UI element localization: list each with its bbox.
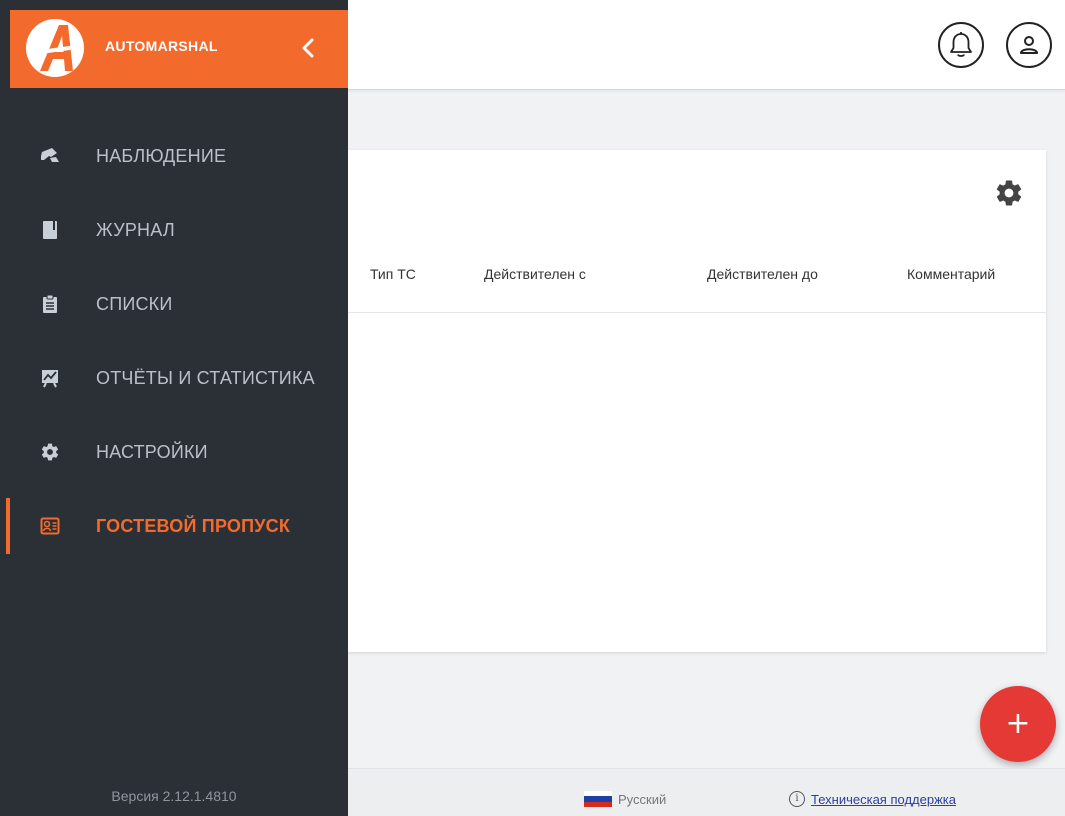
sidebar-item-lists[interactable]: СПИСКИ: [0, 276, 348, 332]
sidebar-item-monitoring[interactable]: НАБЛЮДЕНИЕ: [0, 128, 348, 184]
sidebar-item-label: ОТЧЁТЫ И СТАТИСТИКА: [96, 368, 315, 388]
guest-pass-table-card: Тип ТС Действителен с Действителен до Ко…: [250, 150, 1046, 652]
sidebar-item-label: СПИСКИ: [96, 294, 173, 314]
chevron-left-icon: [302, 38, 314, 58]
language-selector[interactable]: Русский: [584, 791, 666, 807]
user-profile-button[interactable]: [1006, 22, 1052, 68]
column-header-valid-from[interactable]: Действителен с: [484, 266, 586, 282]
add-guest-pass-button[interactable]: +: [980, 686, 1056, 762]
column-header-valid-to[interactable]: Действителен до: [707, 266, 818, 282]
app-version: Версия 2.12.1.4810: [111, 788, 237, 804]
active-indicator: [6, 498, 10, 554]
sidebar-item-label: НАСТРОЙКИ: [96, 442, 208, 462]
column-header-vehicle-type[interactable]: Тип ТС: [370, 266, 416, 282]
table-header-row: Тип ТС Действителен с Действителен до Ко…: [250, 238, 1046, 313]
user-icon: [1020, 36, 1038, 54]
sidebar-item-label: ГОСТЕВОЙ ПРОПУСК: [96, 516, 291, 536]
sidebar-item-label: ЖУРНАЛ: [96, 220, 175, 240]
column-header-comment[interactable]: Комментарий: [907, 266, 995, 282]
brand-name: AUTOMARSHAL: [105, 38, 218, 54]
camera-icon: [41, 148, 59, 162]
gear-icon: [41, 443, 59, 461]
notifications-button[interactable]: [938, 22, 984, 68]
tech-support-link[interactable]: Техническая поддержка: [811, 792, 956, 807]
sidebar-item-journal[interactable]: ЖУРНАЛ: [0, 202, 348, 258]
sidebar-item-reports[interactable]: ОТЧЁТЫ И СТАТИСТИКА: [0, 350, 348, 406]
automarshal-logo: [26, 19, 84, 77]
book-icon: [43, 221, 57, 239]
support-section: i Техническая поддержка: [789, 791, 956, 807]
clipboard-icon: [43, 294, 57, 313]
sidebar-item-settings[interactable]: НАСТРОЙКИ: [0, 424, 348, 480]
plus-icon: +: [1005, 706, 1031, 741]
chart-icon: [42, 370, 58, 388]
sidebar-item-label: НАБЛЮДЕНИЕ: [96, 146, 227, 166]
language-label: Русский: [618, 791, 667, 807]
collapse-sidebar-button[interactable]: [290, 30, 326, 66]
bell-icon: [950, 32, 972, 57]
sidebar-header: AUTOMARSHAL: [10, 10, 348, 88]
russian-flag-icon: [584, 791, 612, 807]
guest-pass-icon: [40, 517, 60, 535]
sidebar: AUTOMARSHAL НАБЛЮДЕНИЕ ЖУРНАЛ СПИСКИ ОТЧ…: [0, 0, 348, 816]
sidebar-item-guest-pass[interactable]: ГОСТЕВОЙ ПРОПУСК: [0, 498, 348, 554]
info-icon: i: [789, 791, 805, 807]
table-settings-gear-icon[interactable]: [994, 178, 1024, 208]
